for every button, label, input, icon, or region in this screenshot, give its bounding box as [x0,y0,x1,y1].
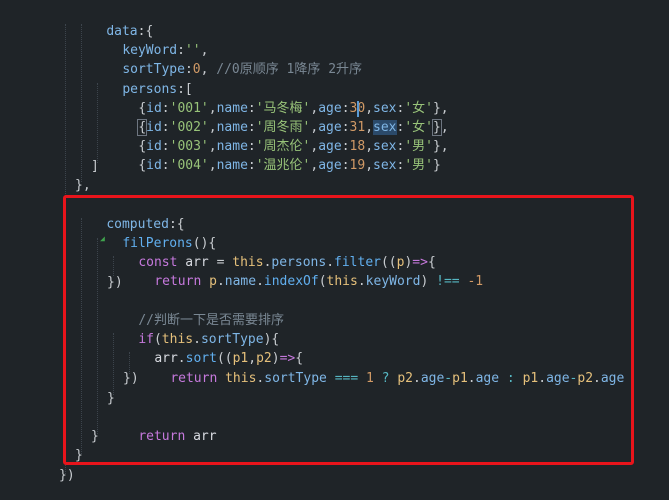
person-age: 19 [349,158,366,173]
code-line-person-1[interactable]: {id:'001',name:'马冬梅',age:30,sex:'女'}, [107,80,448,116]
code-line-person-4[interactable]: {id:'004',name:'温兆伦',age:19,sex:'男'} [107,137,441,173]
sorttype-comment: //0原顺序 1降序 2升序 [216,62,363,77]
text-cursor [357,101,359,117]
person-sex: '男' [404,158,433,173]
person-id: '004' [169,158,209,173]
code-line-array-close[interactable]: ] [91,157,99,176]
code-line-person-3[interactable]: {id:'003',name:'周杰伦',age:18,sex:'男'}, [107,118,448,154]
code-line-person-2[interactable]: {id:'002',name:'周冬雨',age:31,sex:'女'}, [107,99,449,136]
person-name: '温兆伦' [255,158,311,173]
code-line-sorttype[interactable]: sortType:0, //0原顺序 1降序 2升序 [91,41,362,77]
code-line-outer-close[interactable]: }) [59,466,75,485]
code-line-data-close[interactable]: }, [75,176,91,195]
code-editor[interactable]: data:{ keyWord:'', sortType:0, //0原顺序 1降… [0,0,669,500]
code-line-persons[interactable]: persons:[ [91,61,192,97]
code-line-data[interactable]: data:{ [75,3,153,39]
sorttype-value: 0 [192,62,201,77]
code-line-keyword[interactable]: keyWord:'', [91,22,208,58]
highlight-box [63,195,634,465]
